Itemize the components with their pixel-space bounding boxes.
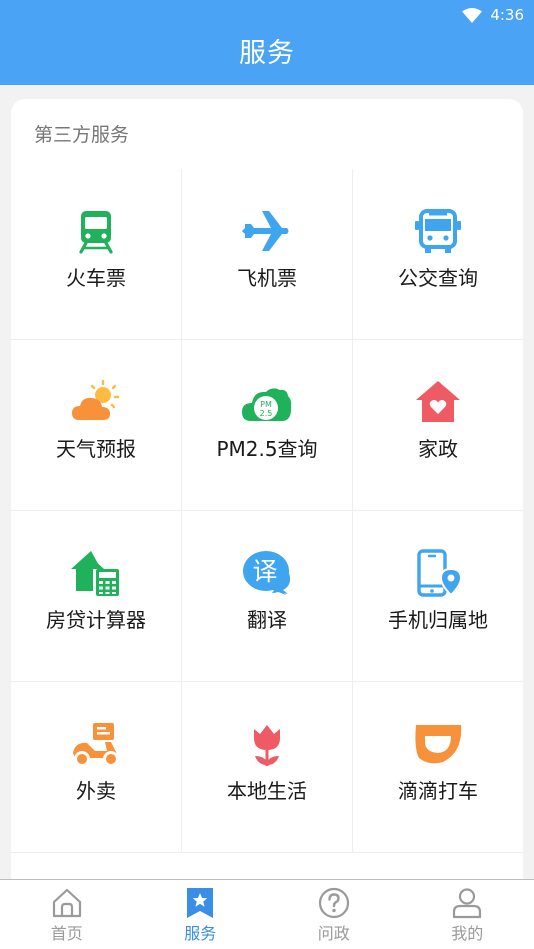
- service-weather-forecast[interactable]: 天气预报: [11, 340, 182, 511]
- service-local-life[interactable]: 本地生活: [182, 682, 353, 853]
- weather-icon: [71, 378, 121, 426]
- service-mortgage-calculator[interactable]: 房贷计算器: [11, 511, 182, 682]
- delivery-scooter-icon: [71, 720, 121, 768]
- service-label: 本地生活: [227, 779, 307, 803]
- pm25-cloud-icon: PM 2.5: [242, 378, 292, 426]
- service-label: 翻译: [247, 608, 287, 632]
- service-pm25-query[interactable]: PM 2.5 PM2.5查询: [182, 340, 353, 511]
- service-row: 外卖 本地生活 滴滴打车: [11, 682, 523, 853]
- bottom-tab-bar: 首页 服务 问政 我的: [0, 879, 534, 949]
- service-label: 天气预报: [56, 437, 136, 461]
- service-label: PM2.5查询: [216, 437, 318, 461]
- service-row: 房贷计算器 译 翻译 手机归属地: [11, 511, 523, 682]
- service-label: 滴滴打车: [398, 779, 478, 803]
- status-time: 4:36: [490, 6, 524, 24]
- status-bar: 4:36: [462, 4, 524, 26]
- service-phone-location[interactable]: 手机归属地: [353, 511, 523, 682]
- tab-label: 服务: [184, 924, 217, 943]
- wifi-icon: [462, 7, 483, 23]
- tab-mine[interactable]: 我的: [401, 880, 534, 949]
- translate-bubble-icon: 译: [242, 549, 292, 597]
- service-train-tickets[interactable]: 火车票: [11, 169, 182, 340]
- service-translate[interactable]: 译 翻译: [182, 511, 353, 682]
- service-didi-taxi[interactable]: 滴滴打车: [353, 682, 523, 853]
- service-label: 房贷计算器: [46, 608, 146, 632]
- didi-icon: [413, 720, 463, 768]
- section-title: 第三方服务: [34, 124, 130, 146]
- svg-text:译: 译: [252, 557, 277, 586]
- train-icon: [71, 207, 121, 255]
- tab-home[interactable]: 首页: [0, 880, 134, 949]
- user-icon: [451, 887, 483, 919]
- service-label: 火车票: [66, 266, 126, 290]
- house-calculator-icon: [71, 549, 121, 597]
- app-header: 4:36 服务: [0, 0, 534, 85]
- house-heart-icon: [413, 378, 463, 426]
- third-party-services-card: 第三方服务 火车票 飞机票 公交查询 天气预报 PM 2.5 PM2.5查询 家…: [11, 99, 523, 899]
- service-label: 手机归属地: [388, 608, 488, 632]
- service-row: 火车票 飞机票 公交查询: [11, 169, 523, 340]
- tab-inquiry[interactable]: 问政: [267, 880, 401, 949]
- svg-text:PM: PM: [260, 400, 272, 409]
- service-row: 天气预报 PM 2.5 PM2.5查询 家政: [11, 340, 523, 511]
- service-label: 外卖: [76, 779, 116, 803]
- service-flight-tickets[interactable]: 飞机票: [182, 169, 353, 340]
- service-label: 家政: [418, 437, 458, 461]
- service-takeout[interactable]: 外卖: [11, 682, 182, 853]
- bus-icon: [413, 207, 463, 255]
- service-grid: 火车票 飞机票 公交查询 天气预报 PM 2.5 PM2.5查询 家政 房贷计算…: [11, 169, 523, 853]
- tab-label: 我的: [451, 924, 484, 943]
- airplane-icon: [242, 207, 292, 255]
- service-label: 公交查询: [398, 266, 478, 290]
- page-title: 服务: [239, 38, 295, 69]
- service-label: 飞机票: [237, 266, 297, 290]
- tab-label: 首页: [50, 924, 83, 943]
- tulip-icon: [242, 720, 292, 768]
- tab-label: 问政: [317, 924, 350, 943]
- service-bus-query[interactable]: 公交查询: [353, 169, 523, 340]
- home-icon: [51, 887, 83, 919]
- star-bookmark-icon: [184, 887, 216, 919]
- tab-services[interactable]: 服务: [134, 880, 268, 949]
- phone-location-icon: [413, 549, 463, 597]
- svg-text:2.5: 2.5: [260, 409, 273, 418]
- question-icon: [318, 887, 350, 919]
- service-housekeeping[interactable]: 家政: [353, 340, 523, 511]
